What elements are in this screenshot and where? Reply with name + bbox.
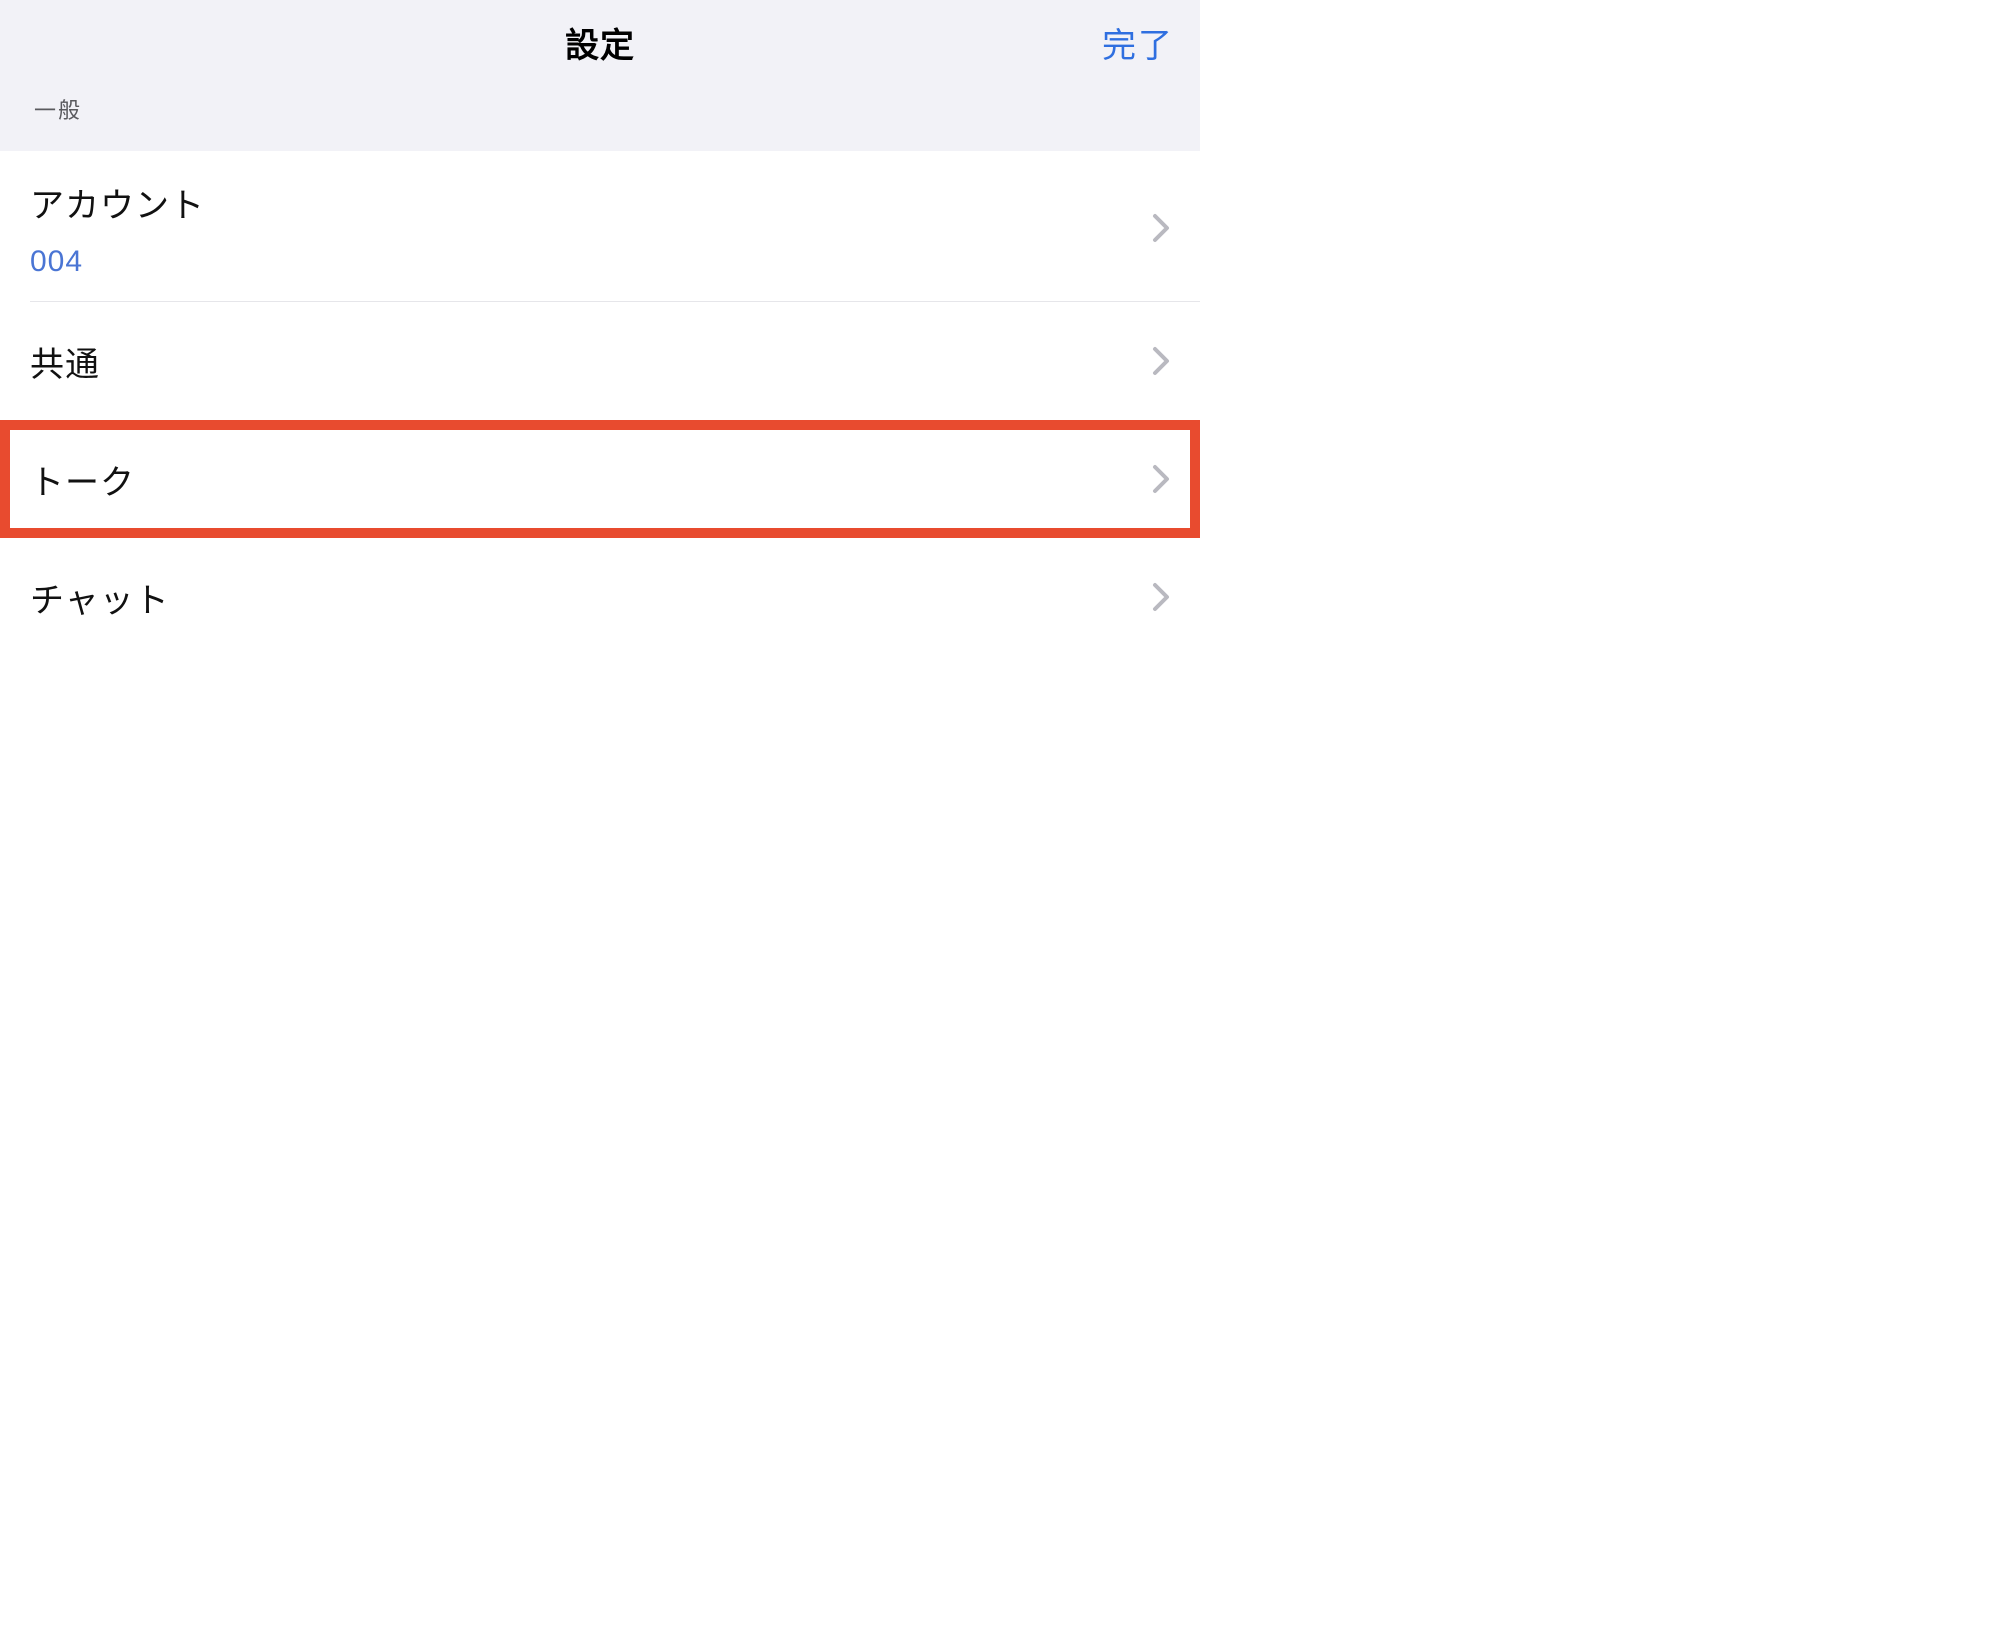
row-account-title: アカウント [30, 178, 205, 227]
settings-header: 設定 完了 一般 [0, 0, 1200, 151]
row-talk[interactable]: トーク [0, 420, 1200, 538]
row-chat-title: チャット [30, 573, 170, 622]
row-account-value: 004 [30, 245, 205, 279]
row-talk-title: トーク [30, 455, 135, 504]
settings-list: アカウント 004 共通 トーク チャット [0, 151, 1200, 656]
chevron-right-icon [1152, 346, 1170, 376]
chevron-right-icon [1152, 464, 1170, 494]
chevron-right-icon [1152, 582, 1170, 612]
row-account[interactable]: アカウント 004 [0, 151, 1200, 301]
chevron-right-icon [1152, 213, 1170, 243]
page-title: 設定 [0, 18, 1200, 67]
row-common[interactable]: 共通 [0, 302, 1200, 420]
done-button[interactable]: 完了 [1102, 18, 1174, 67]
section-label-general: 一般 [0, 67, 1200, 137]
row-common-title: 共通 [30, 337, 100, 386]
row-chat[interactable]: チャット [0, 538, 1200, 656]
